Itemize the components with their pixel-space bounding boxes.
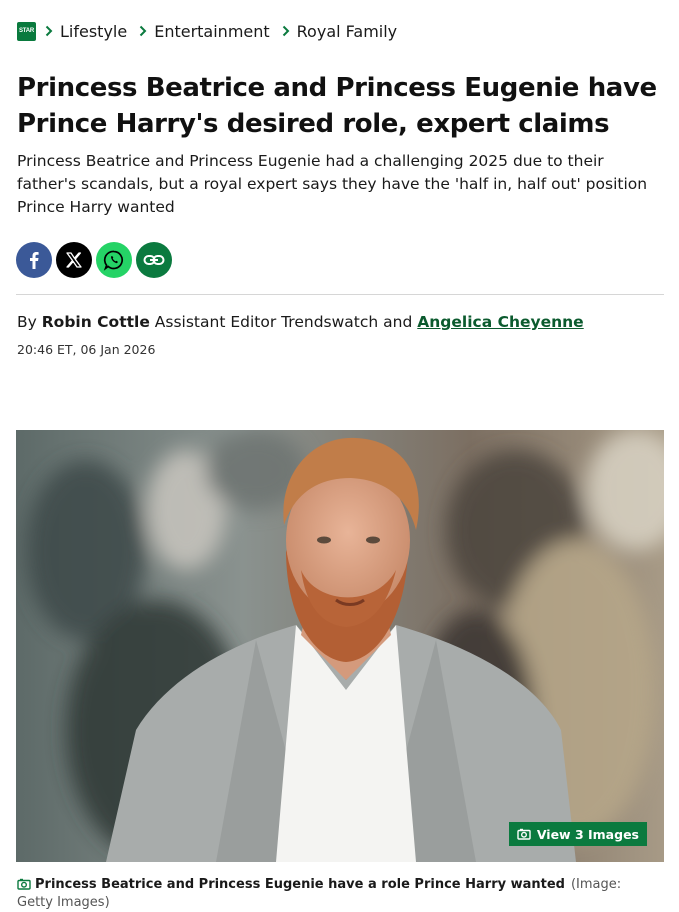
share-facebook-button[interactable]	[16, 242, 52, 278]
view-images-label: View 3 Images	[536, 826, 639, 842]
copy-link-button[interactable]	[136, 242, 172, 278]
hero-image[interactable]: View 3 Images	[16, 430, 664, 862]
share-whatsapp-button[interactable]	[96, 242, 132, 278]
byline-conjunction: and	[383, 313, 413, 331]
hero-photo	[16, 430, 664, 862]
article-byline: By Robin Cottle Assistant Editor Trendsw…	[17, 313, 584, 331]
image-caption: Princess Beatrice and Princess Eugenie h…	[17, 876, 657, 912]
caption-text: Princess Beatrice and Princess Eugenie h…	[35, 877, 565, 892]
camera-icon	[517, 828, 531, 840]
breadcrumb-link-royal-family[interactable]: Royal Family	[297, 22, 397, 41]
breadcrumb-link-lifestyle[interactable]: Lifestyle	[60, 22, 127, 41]
site-logo[interactable]: STAR	[17, 21, 36, 41]
chevron-right-icon	[282, 25, 290, 37]
author-link[interactable]: Angelica Cheyenne	[417, 313, 583, 331]
facebook-icon	[30, 252, 39, 269]
x-icon	[66, 252, 82, 268]
byline-prefix: By	[17, 313, 37, 331]
share-bar	[16, 242, 172, 278]
chevron-right-icon	[45, 25, 53, 37]
breadcrumb-item-royal-family: Royal Family	[279, 22, 397, 41]
link-icon	[143, 255, 165, 265]
breadcrumb-item-lifestyle: Lifestyle	[42, 22, 127, 41]
publish-date: 20:46 ET, 06 Jan 2026	[17, 342, 156, 357]
camera-icon	[17, 878, 31, 890]
logo-text: STAR	[18, 28, 35, 34]
breadcrumb: STAR Lifestyle Entertainment Royal Famil…	[17, 19, 397, 43]
author-name: Robin Cottle	[41, 313, 150, 331]
breadcrumb-item-entertainment: Entertainment	[136, 22, 270, 41]
whatsapp-icon	[103, 250, 123, 271]
author-role: Assistant Editor Trendswatch	[154, 313, 379, 331]
article-standfirst: Princess Beatrice and Princess Eugenie h…	[17, 152, 648, 216]
view-images-button[interactable]: View 3 Images	[508, 822, 647, 846]
divider	[16, 294, 664, 295]
chevron-right-icon	[139, 25, 147, 37]
share-x-button[interactable]	[56, 242, 92, 278]
breadcrumb-link-entertainment[interactable]: Entertainment	[154, 22, 269, 41]
article-headline: Princess Beatrice and Princess Eugenie h…	[17, 73, 657, 139]
